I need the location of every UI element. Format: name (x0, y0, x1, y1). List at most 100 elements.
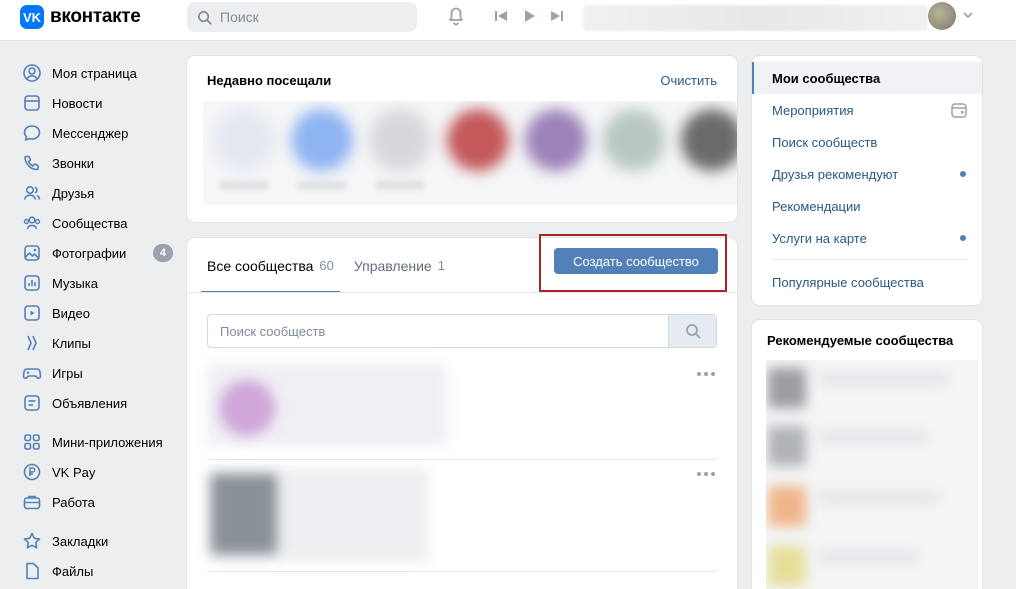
blurred-community-avatar[interactable] (768, 368, 806, 408)
user-avatar[interactable] (928, 2, 956, 30)
recent-community-avatar[interactable] (681, 109, 737, 171)
recent-communities-strip (203, 101, 737, 205)
community-list-item[interactable] (207, 460, 717, 572)
right-menu-friends-recommend[interactable]: Друзья рекомендуют (752, 158, 982, 190)
play-icon[interactable] (522, 9, 536, 23)
new-indicator-dot (960, 235, 966, 241)
tab-label: Управление (353, 257, 432, 274)
recommended-communities-title: Рекомендуемые сообщества (767, 333, 954, 348)
search-icon (198, 10, 212, 24)
blurred-label (219, 181, 269, 189)
blurred-community-avatar[interactable] (768, 546, 806, 586)
tab-management[interactable]: Управление 1 (348, 238, 451, 293)
blurred-community-avatar[interactable] (768, 426, 806, 466)
left-navigation: Моя страница Новости Мессенджер Звонки Д… (22, 58, 182, 586)
top-header: VK вконтакте Поиск (0, 0, 1016, 41)
nav-music[interactable]: Музыка (22, 268, 182, 298)
create-community-button[interactable]: Создать сообщество (554, 248, 718, 274)
blurred-track-info (583, 5, 928, 31)
right-menu-search-communities[interactable]: Поиск сообществ (752, 126, 982, 158)
more-options-icon[interactable] (697, 372, 715, 376)
community-list-item[interactable] (207, 360, 717, 460)
nav-games[interactable]: Игры (22, 358, 182, 388)
nav-label: Новости (52, 95, 103, 111)
nav-label: VK Pay (52, 464, 96, 480)
recent-community-avatar[interactable] (603, 109, 665, 171)
blurred-community-avatar[interactable] (768, 486, 806, 526)
nav-label: Работа (52, 494, 95, 510)
apps-icon (24, 434, 40, 450)
star-icon (23, 532, 41, 549)
recent-community-avatar[interactable] (369, 109, 431, 171)
vk-logo-text: вконтакте (50, 6, 141, 27)
tab-all-communities[interactable]: Все сообщества 60 (201, 238, 340, 293)
notifications-bell-icon[interactable] (444, 3, 468, 27)
communities-tabs: Все сообщества 60 Управление 1 (201, 238, 453, 293)
communities-search-input[interactable] (208, 315, 668, 347)
nav-communities[interactable]: Сообщества (22, 208, 182, 238)
nav-messenger[interactable]: Мессенджер (22, 118, 182, 148)
nav-files[interactable]: Файлы (22, 556, 182, 586)
nav-label: Звонки (52, 155, 94, 171)
right-menu-recommendations[interactable]: Рекомендации (752, 190, 982, 222)
right-menu-my-communities[interactable]: Мои сообщества (752, 62, 982, 94)
nav-bookmarks[interactable]: Закладки (22, 526, 182, 556)
global-search-input[interactable]: Поиск (187, 2, 417, 32)
recent-community-avatar[interactable] (447, 109, 509, 171)
nav-work[interactable]: Работа (22, 487, 182, 517)
nav-clips[interactable]: Клипы (22, 328, 182, 358)
nav-mini-apps[interactable]: Мини-приложения (22, 427, 182, 457)
next-track-icon[interactable] (550, 9, 564, 23)
audio-player-controls (494, 9, 564, 23)
more-options-icon[interactable] (697, 472, 715, 476)
tab-count: 60 (319, 258, 334, 273)
communities-panel: Все сообщества 60 Управление 1 Создать с… (187, 234, 737, 589)
nav-calls[interactable]: Звонки (22, 148, 182, 178)
right-menu-popular-communities[interactable]: Популярные сообщества (752, 266, 982, 298)
newsfeed-icon (24, 95, 40, 111)
new-indicator-dot (960, 171, 966, 177)
tabs-divider (187, 292, 737, 293)
right-menu-label: Друзья рекомендуют (772, 166, 899, 182)
video-icon (24, 305, 40, 321)
nav-video[interactable]: Видео (22, 298, 182, 328)
blurred-community-avatar (211, 474, 277, 554)
communities-search-button[interactable] (668, 315, 716, 347)
search-icon (685, 324, 700, 339)
communities-right-menu: Мои сообщества Мероприятия Поиск сообщес… (752, 56, 982, 305)
vk-logo[interactable]: VK вконтакте (20, 5, 141, 29)
nav-friends[interactable]: Друзья (22, 178, 182, 208)
right-menu-label: Услуги на карте (772, 230, 867, 246)
recent-community-avatar[interactable] (291, 109, 353, 171)
recent-community-avatar[interactable] (213, 109, 275, 171)
nav-ads[interactable]: Объявления (22, 388, 182, 418)
nav-vk-pay[interactable]: VK Pay (22, 457, 182, 487)
blurred-community-name (818, 492, 938, 502)
briefcase-icon (23, 495, 41, 510)
photo-icon (24, 245, 40, 261)
nav-my-page[interactable]: Моя страница (22, 58, 182, 88)
right-menu-label: Мероприятия (772, 102, 854, 118)
nav-label: Фотографии (52, 245, 127, 261)
nav-label: Моя страница (52, 65, 137, 81)
right-menu-events[interactable]: Мероприятия (752, 94, 982, 126)
user-circle-icon (23, 64, 41, 82)
clear-recent-link[interactable]: Очистить (660, 73, 717, 88)
communities-icon (23, 216, 41, 230)
friends-icon (23, 185, 41, 200)
blurred-community-name (818, 552, 918, 562)
blurred-label (375, 181, 425, 189)
right-menu-map-services[interactable]: Услуги на карте (752, 222, 982, 254)
recent-community-avatar[interactable] (525, 109, 587, 171)
recommended-communities-list (766, 360, 978, 589)
nav-label: Сообщества (52, 215, 128, 231)
recommended-communities-panel: Рекомендуемые сообщества (752, 320, 982, 589)
recently-visited-panel: Недавно посещали Очистить (187, 56, 737, 222)
chevron-down-icon[interactable] (962, 11, 974, 19)
blurred-label (297, 181, 347, 189)
nav-label: Мини-приложения (52, 434, 163, 450)
nav-photos[interactable]: Фотографии 4 (22, 238, 182, 268)
communities-search (207, 314, 717, 348)
nav-news[interactable]: Новости (22, 88, 182, 118)
prev-track-icon[interactable] (494, 9, 508, 23)
